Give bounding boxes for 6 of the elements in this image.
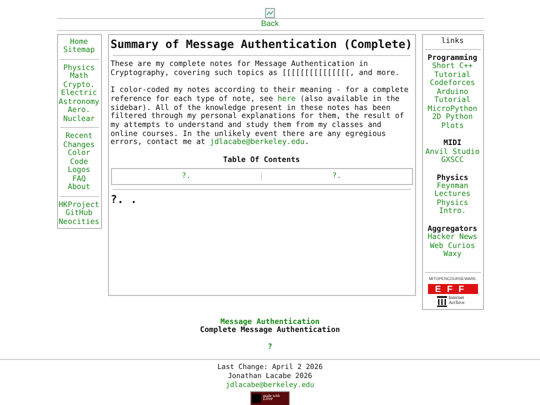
section-heading: ?. . [110,194,138,206]
back-link[interactable]: Back [261,19,279,28]
temple-icon [436,296,446,307]
page-title: Summary of Message Authentication (Complete) [110,36,412,51]
eff-logo[interactable]: EFF [428,284,478,294]
broken-image-icon [265,8,275,18]
